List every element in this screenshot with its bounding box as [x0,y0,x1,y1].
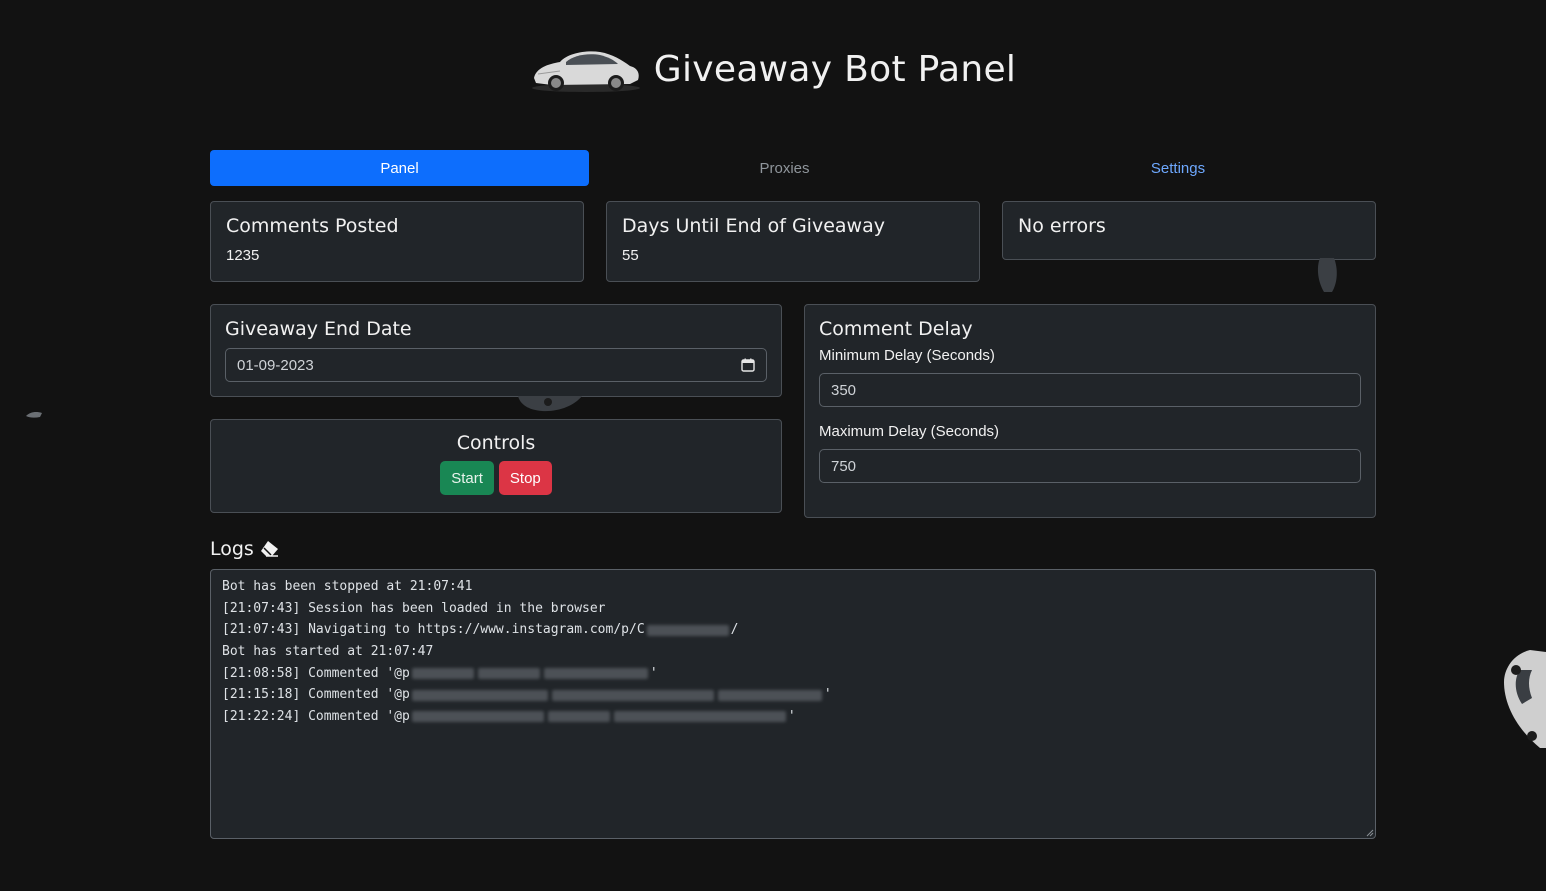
comment-delay-title: Comment Delay [819,318,973,340]
min-delay-value: 350 [831,381,857,399]
log-line: [21:07:43] Navigating to https://www.ins… [222,622,739,638]
comment-delay-card: Comment Delay Minimum Delay (Seconds) 35… [804,304,1376,518]
controls-buttons: Start Stop [225,461,767,495]
end-date-input[interactable]: 01-09-2023 [225,348,767,382]
end-date-value: 01-09-2023 [237,356,314,374]
errors-card: No errors [1002,201,1376,260]
comments-posted-value: 1235 [226,247,260,264]
nav-tabs: Panel Proxies Settings [210,150,1376,186]
car-logo-icon [531,51,640,92]
max-delay-label: Maximum Delay (Seconds) [819,423,1000,440]
errors-status: No errors [1018,215,1106,237]
logs-header: Logs [210,538,280,560]
calendar-icon[interactable] [741,358,755,372]
resize-handle-icon[interactable] [1366,829,1374,837]
max-delay-value: 750 [831,457,857,475]
page-title: Giveaway Bot Panel [653,48,1017,90]
log-line: Bot has been stopped at 21:07:41 [222,579,473,594]
app-header: Giveaway Bot Panel [0,44,1546,94]
days-left-value: 55 [622,247,639,264]
start-button[interactable]: Start [440,461,494,495]
max-delay-input[interactable]: 750 [819,449,1361,483]
floating-car-icon [518,396,582,412]
days-left-card: Days Until End of Giveaway 55 [606,201,980,282]
logs-title: Logs [210,538,254,560]
log-line: [21:15:18] Commented '@p ' [222,687,832,703]
log-line: [21:08:58] Commented '@p ' [222,665,658,681]
floating-car-icon [1317,258,1337,292]
tab-proxies[interactable]: Proxies [589,150,980,186]
end-date-title: Giveaway End Date [225,318,412,340]
log-line: [21:07:43] Session has been loaded in th… [222,600,606,616]
stop-button[interactable]: Stop [498,461,552,495]
tab-panel[interactable]: Panel [210,150,589,186]
logs-textarea[interactable]: Bot has been stopped at 21:07:41 [21:07:… [210,569,1376,839]
controls-card: Controls Start Stop [210,419,782,513]
comments-posted-card: Comments Posted 1235 [210,201,584,282]
min-delay-label: Minimum Delay (Seconds) [819,347,995,364]
end-date-card: Giveaway End Date 01-09-2023 [210,304,782,397]
floating-car-icon [1504,650,1546,748]
controls-title: Controls [456,432,536,454]
min-delay-input[interactable]: 350 [819,373,1361,407]
log-line: Bot has started at 21:07:47 [222,644,434,660]
log-line: [21:22:24] Commented '@p ' [222,709,796,725]
days-left-title: Days Until End of Giveaway [622,215,885,237]
eraser-icon[interactable] [260,540,280,558]
floating-car-icon [26,412,42,418]
comments-posted-title: Comments Posted [226,215,399,237]
tab-settings[interactable]: Settings [980,150,1376,186]
